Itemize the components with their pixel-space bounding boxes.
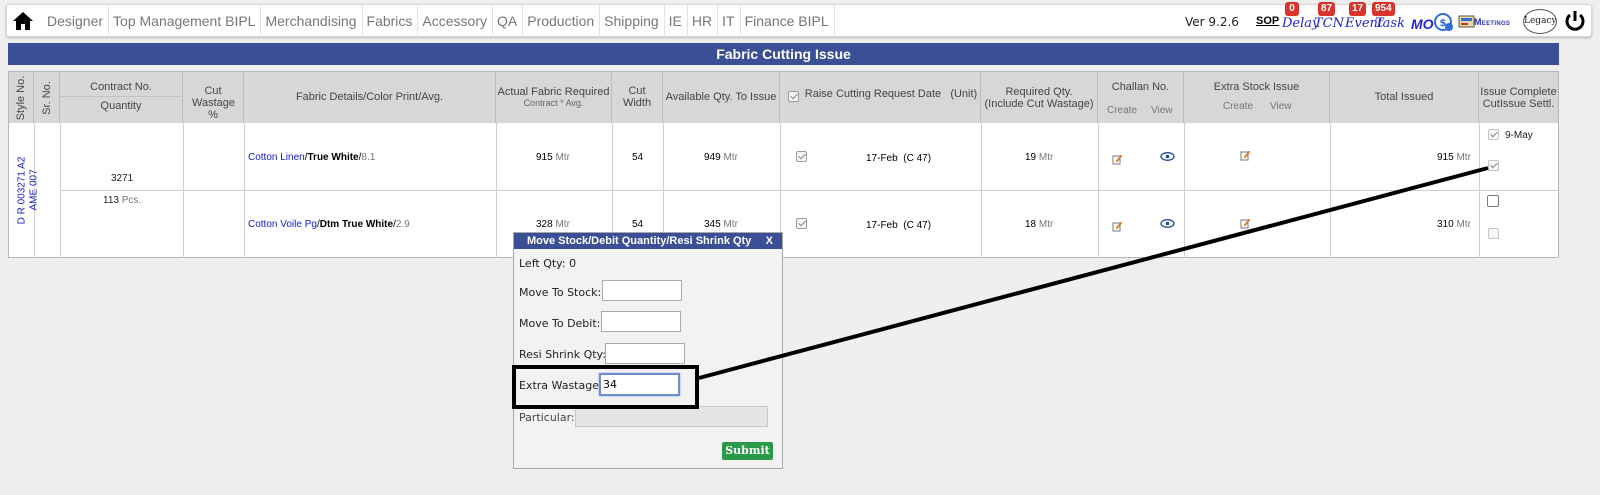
annotation-arrow-line: [698, 166, 1489, 380]
